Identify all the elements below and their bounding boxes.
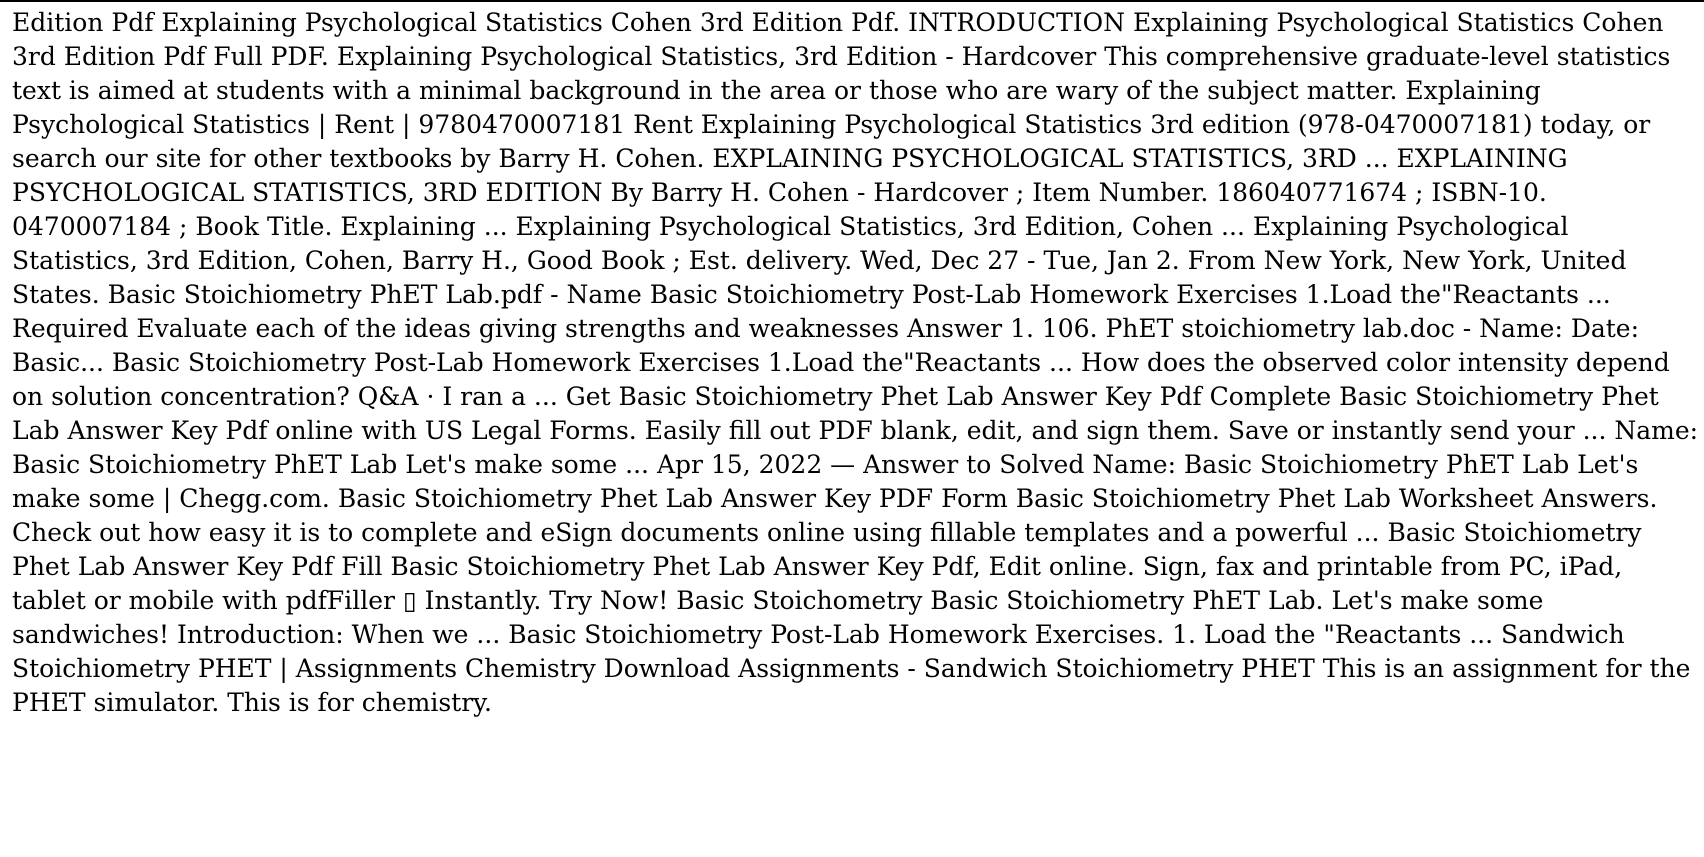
top-rule-divider xyxy=(0,0,1704,2)
document-body-text: Edition Pdf Explaining Psychological Sta… xyxy=(12,8,1699,717)
